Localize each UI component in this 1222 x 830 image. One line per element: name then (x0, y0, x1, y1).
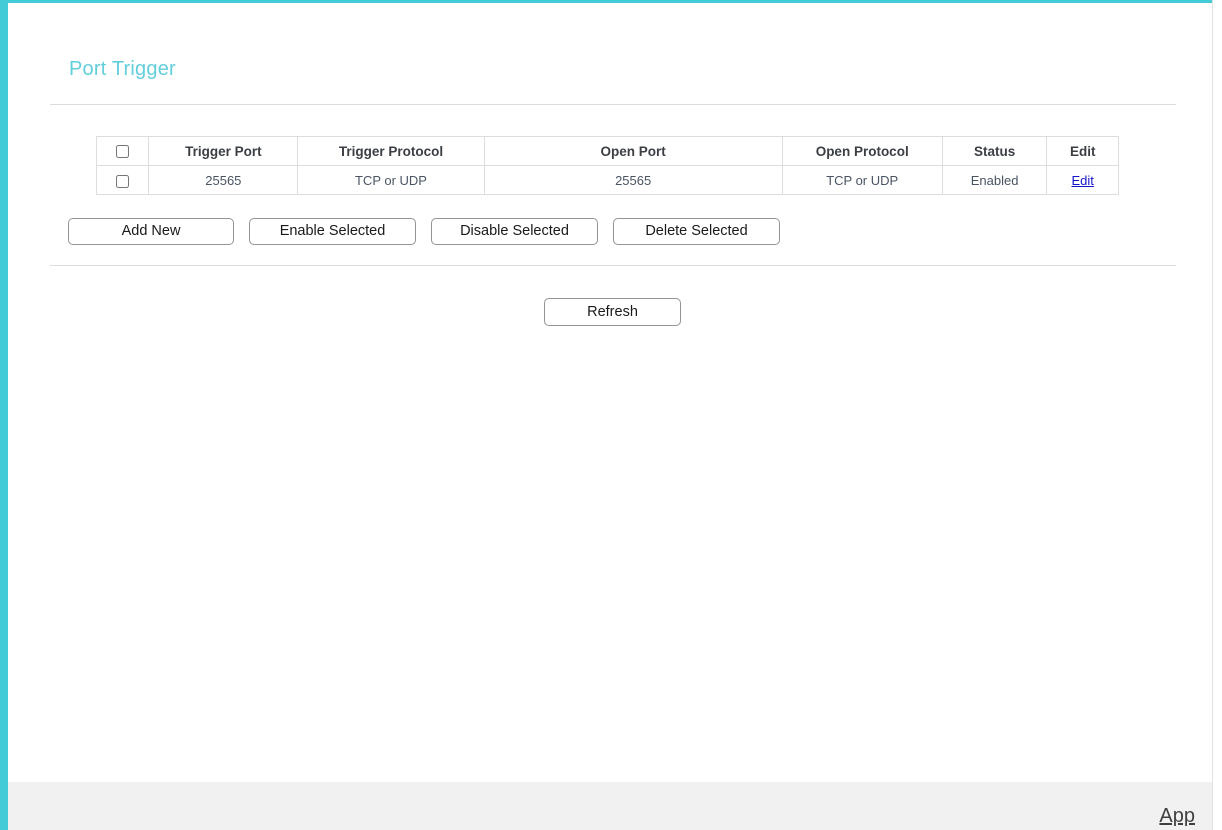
app-link[interactable]: App (1159, 804, 1195, 828)
page-footer: App (8, 782, 1212, 830)
enable-selected-button[interactable]: Enable Selected (249, 218, 416, 245)
content-area: Port Trigger Trigger Port Trigger Protoc (8, 3, 1212, 782)
select-all-checkbox[interactable] (116, 145, 130, 159)
table-header: Trigger Port Trigger Protocol Open Port … (95, 136, 1119, 166)
table-header-row: Trigger Port Trigger Protocol Open Port … (95, 136, 1119, 166)
add-new-button[interactable]: Add New (68, 218, 234, 245)
column-header-open-port: Open Port (483, 136, 783, 166)
cell-open-port: 25565 (483, 165, 783, 195)
select-all-header-cell (95, 136, 150, 166)
table-row: 25565 TCP or UDP 25565 TCP or UDP Enable… (95, 165, 1119, 195)
refresh-button-wrap: Refresh (544, 298, 681, 326)
cell-trigger-protocol: TCP or UDP (297, 165, 485, 195)
divider-above-refresh (50, 265, 1176, 266)
right-gutter (1213, 0, 1222, 830)
row-select-cell (95, 165, 150, 195)
disable-selected-button[interactable]: Disable Selected (431, 218, 598, 245)
delete-selected-button[interactable]: Delete Selected (613, 218, 780, 245)
edit-link[interactable]: Edit (1072, 173, 1094, 188)
cell-trigger-port: 25565 (148, 165, 299, 195)
column-header-open-protocol: Open Protocol (781, 136, 943, 166)
table-body: 25565 TCP or UDP 25565 TCP or UDP Enable… (95, 165, 1119, 195)
refresh-button[interactable]: Refresh (544, 298, 681, 326)
cell-open-protocol: TCP or UDP (781, 165, 943, 195)
port-trigger-table: Trigger Port Trigger Protocol Open Port … (95, 136, 1119, 195)
divider-under-title (50, 104, 1176, 105)
router-admin-page: Port Trigger Trigger Port Trigger Protoc (0, 0, 1222, 830)
column-header-edit: Edit (1046, 136, 1119, 166)
page-title: Port Trigger (69, 58, 176, 80)
column-header-trigger-port: Trigger Port (148, 136, 299, 166)
cell-status: Enabled (941, 165, 1048, 195)
cell-edit: Edit (1046, 165, 1119, 195)
left-accent-bar (0, 0, 8, 830)
action-button-group: Add New Enable Selected Disable Selected… (68, 218, 780, 245)
column-header-trigger-protocol: Trigger Protocol (297, 136, 485, 166)
row-select-checkbox[interactable] (116, 174, 130, 188)
column-header-status: Status (941, 136, 1048, 166)
